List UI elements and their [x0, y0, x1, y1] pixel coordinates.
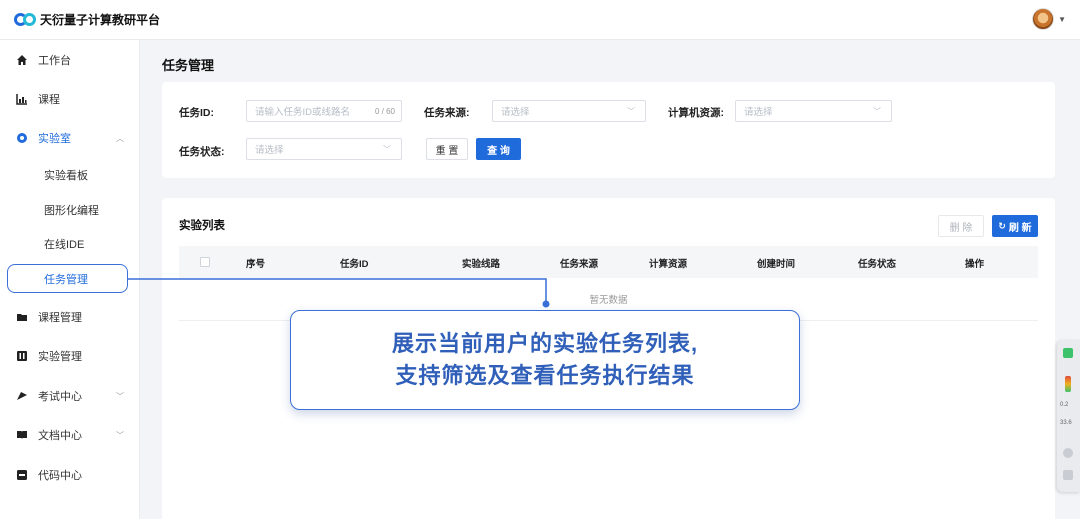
callout-line-1: 展示当前用户的实验任务列表,: [391, 331, 699, 356]
callout-line-2: 支持筛选及查看任务执行结果: [395, 363, 695, 388]
annotation-callout: 展示当前用户的实验任务列表, 支持筛选及查看任务执行结果: [290, 310, 800, 410]
settings-icon[interactable]: [1063, 448, 1073, 458]
floating-toolbar[interactable]: 0.2 33.6: [1057, 340, 1080, 492]
callout-connector: [128, 278, 550, 308]
signal-icon: [1065, 376, 1071, 392]
metric-value: 0.2: [1060, 402, 1069, 408]
screenshot-icon[interactable]: [1063, 470, 1073, 480]
metric-value: 33.6: [1060, 420, 1072, 426]
status-indicator-icon: [1063, 348, 1073, 358]
